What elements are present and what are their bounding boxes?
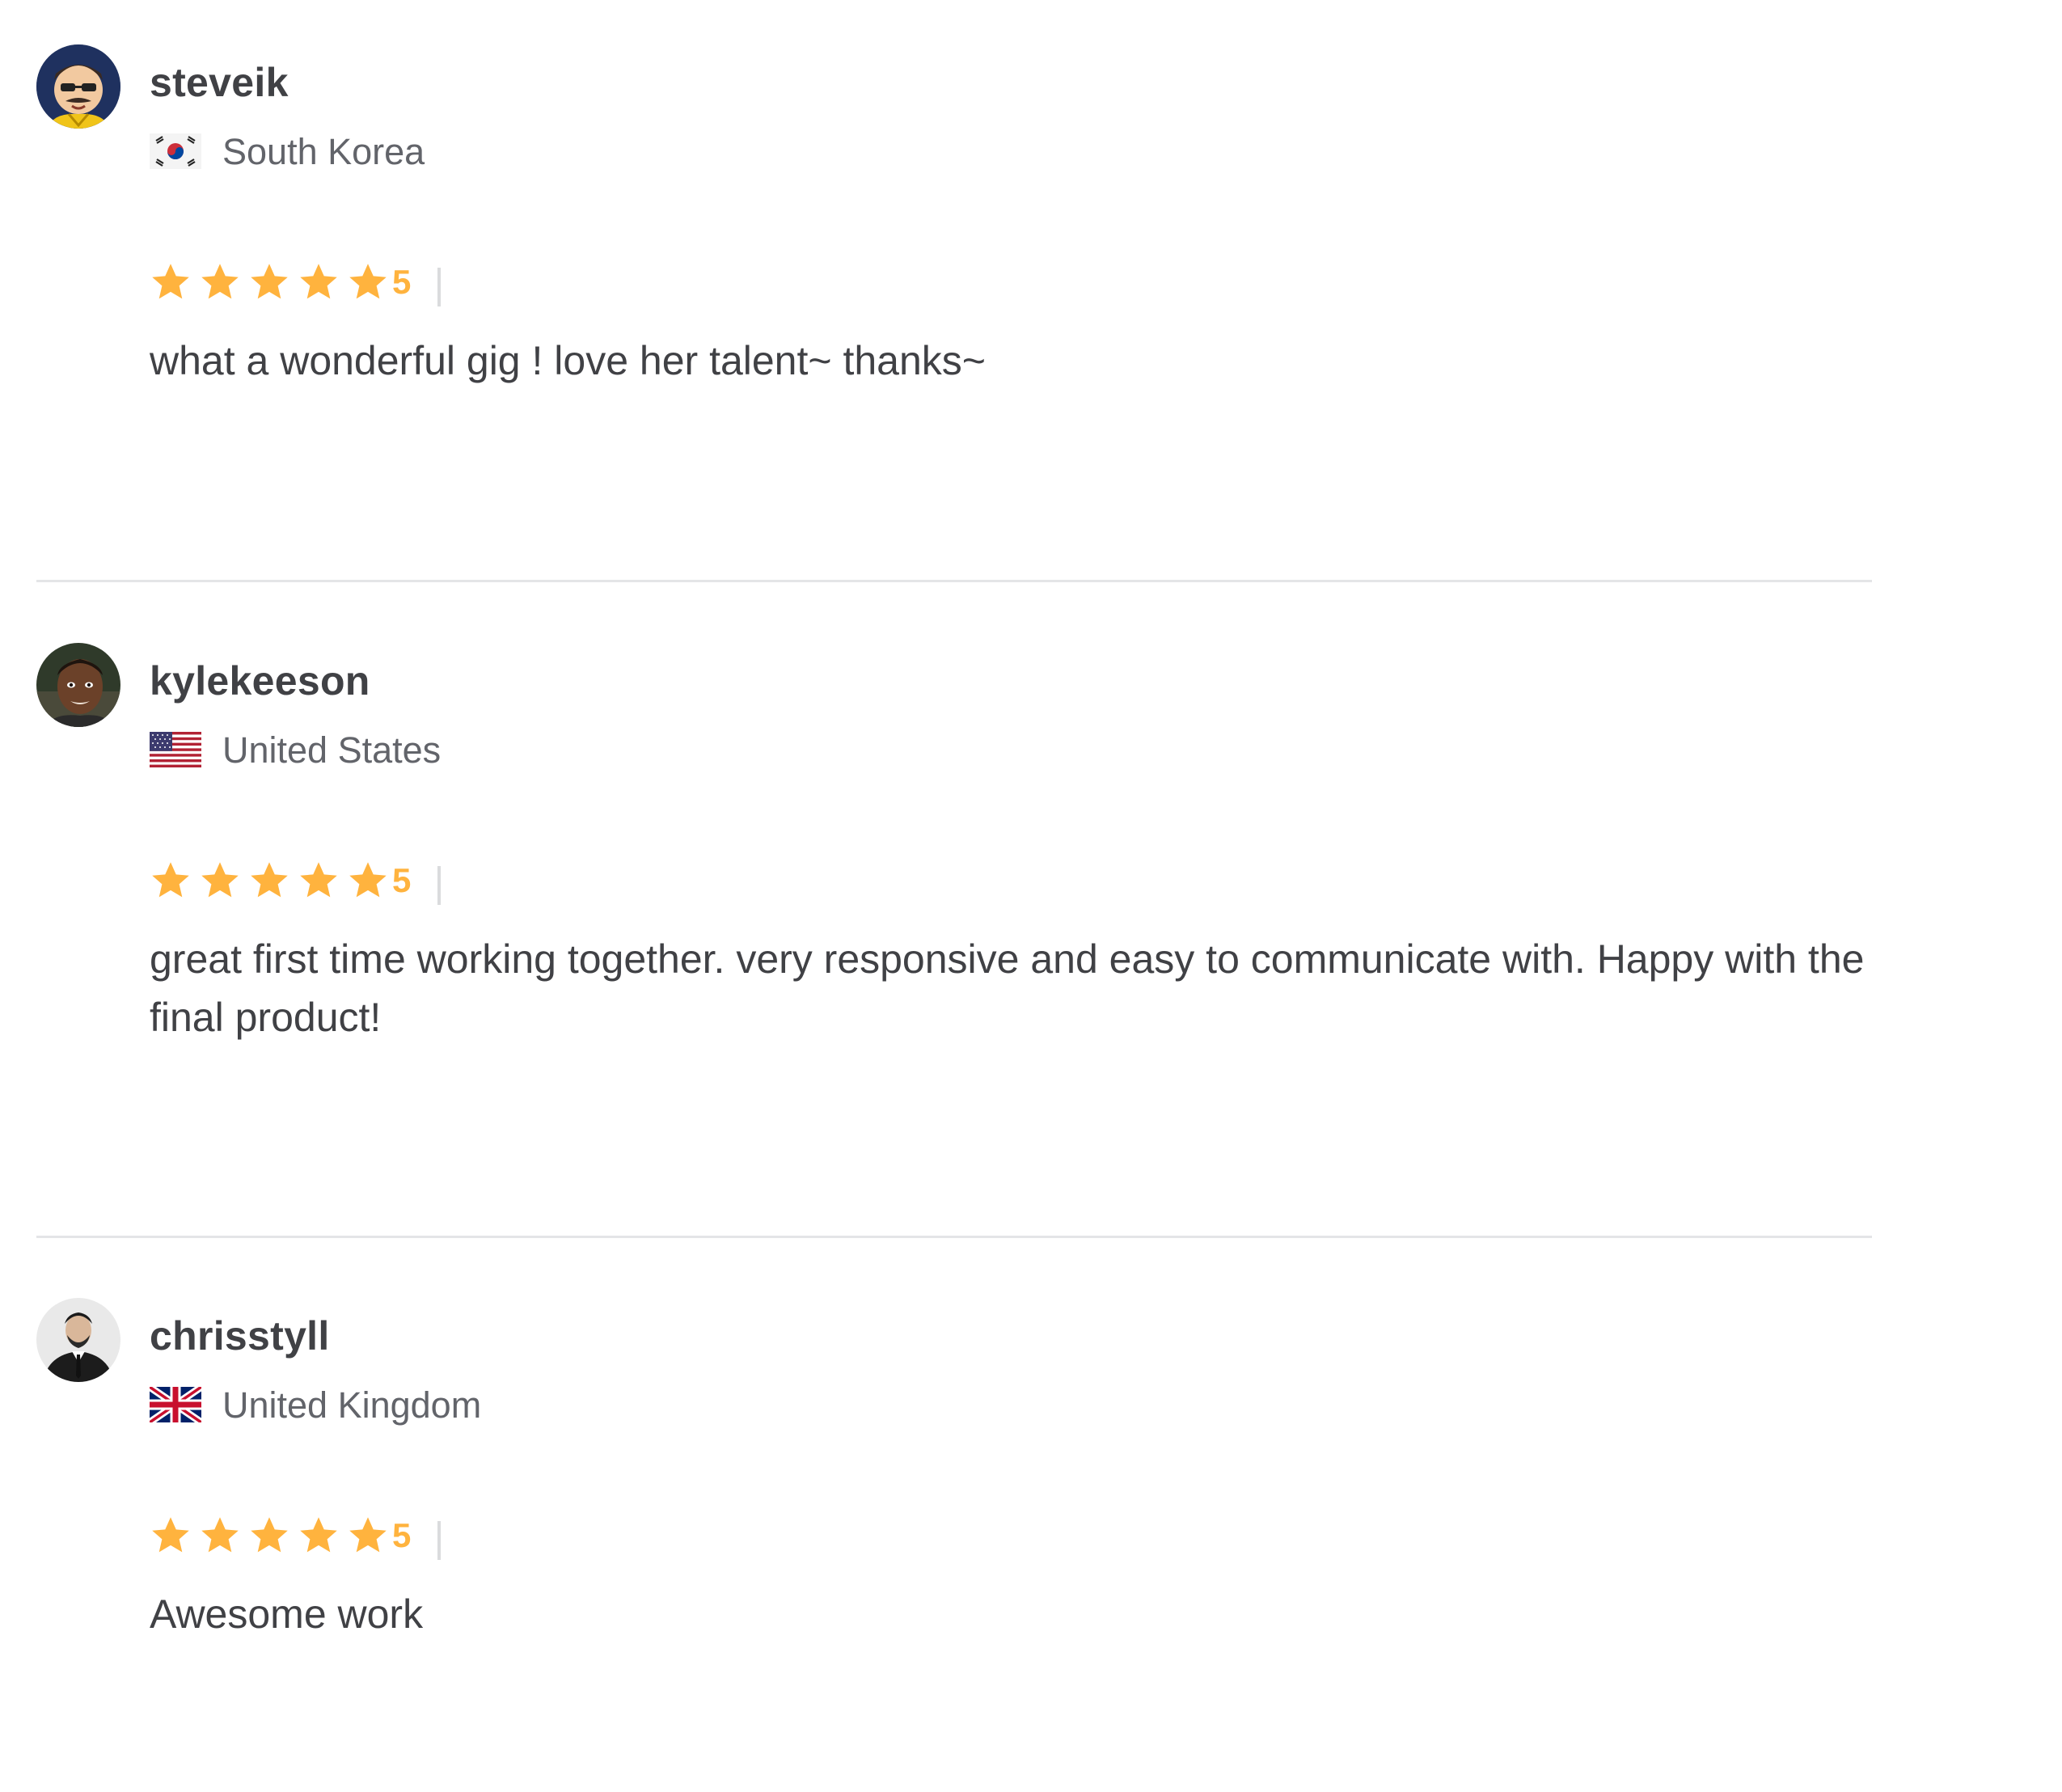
review-text: great first time working together. very …	[150, 936, 1865, 1040]
star-icon	[347, 860, 389, 902]
star-icon	[248, 261, 290, 303]
star-icon	[199, 1515, 241, 1557]
star-icon	[298, 1515, 340, 1557]
star-icon	[150, 261, 192, 303]
star-icon	[199, 261, 241, 303]
star-icon	[347, 1515, 389, 1557]
avatar[interactable]	[36, 1298, 120, 1382]
star-icon	[248, 860, 290, 902]
rating-value: 5	[392, 1516, 412, 1554]
username[interactable]: steveik	[150, 59, 289, 106]
divider	[36, 1236, 1872, 1238]
star-icon	[248, 1515, 290, 1557]
star-icon	[150, 860, 192, 902]
star-icon	[150, 1515, 192, 1557]
star-icon	[347, 261, 389, 303]
rating-separator	[437, 268, 441, 306]
username[interactable]: kylekeeson	[150, 657, 370, 704]
username[interactable]: chrisstyll	[150, 1312, 330, 1359]
country-name: United States	[222, 729, 442, 771]
rating-separator	[437, 1521, 441, 1560]
south-korea-flag-icon	[150, 133, 201, 169]
rating-separator	[437, 866, 441, 905]
united-kingdom-flag-icon	[150, 1387, 201, 1422]
rating-value: 5	[392, 263, 412, 301]
reviews-list: steveik South Korea 5 what a wonderful g…	[0, 0, 2062, 1792]
star-icon	[199, 860, 241, 902]
review-text: Awesome work	[150, 1591, 424, 1637]
united-states-flag-icon	[150, 732, 201, 767]
country-name: South Korea	[222, 131, 425, 172]
star-icon	[298, 860, 340, 902]
country-name: United Kingdom	[222, 1384, 482, 1426]
divider	[36, 580, 1872, 582]
star-icon	[298, 261, 340, 303]
review-text: what a wonderful gig ! love her talent~ …	[150, 338, 986, 383]
rating-value: 5	[392, 861, 412, 899]
avatar[interactable]	[36, 44, 120, 129]
avatar[interactable]	[36, 643, 120, 727]
